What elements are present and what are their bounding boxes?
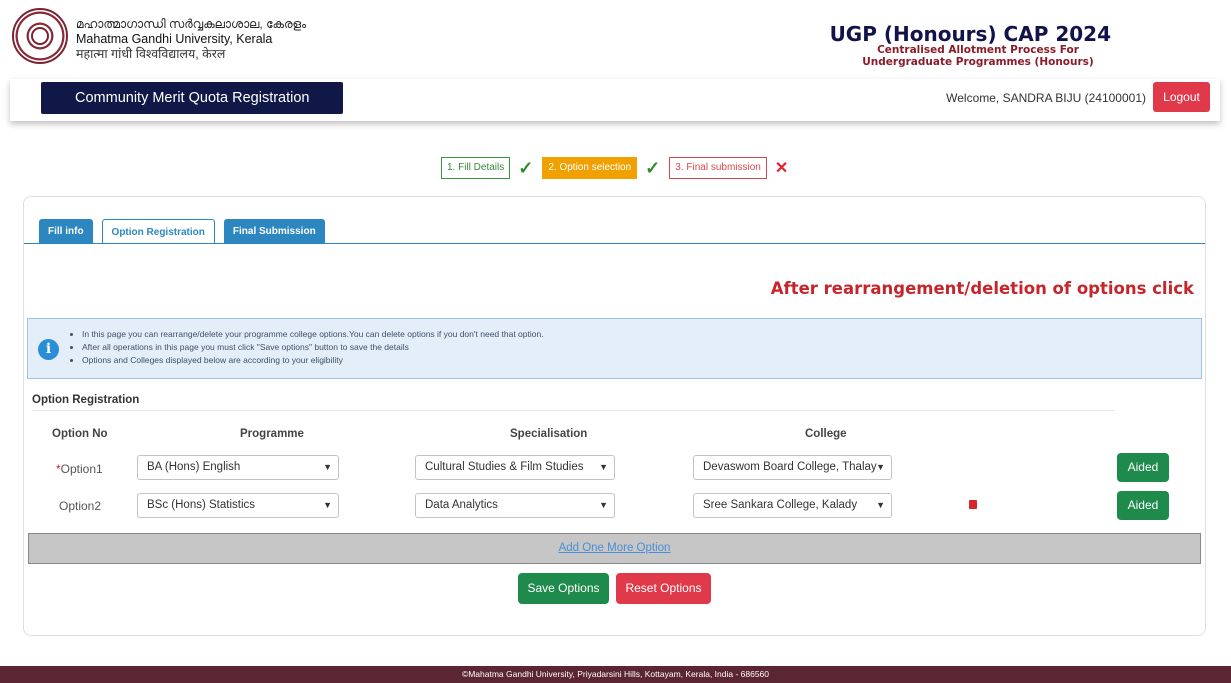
registration-title: Community Merit Quota Registration [41, 82, 343, 114]
option-label: Option2 [59, 499, 101, 513]
tab-final-submission[interactable]: Final Submission [223, 219, 325, 244]
save-options-button[interactable]: Save Options [518, 573, 609, 604]
college-select[interactable]: Sree Sankara College, Kalady ▼ [693, 493, 892, 518]
info-item: In this page you can rearrange/delete yo… [82, 328, 544, 341]
aided-button[interactable]: Aided [1117, 453, 1169, 482]
chevron-down-icon: ▼ [323, 500, 332, 510]
specialisation-select-value: Data Analytics [425, 499, 498, 511]
footer: ©Mahatma Gandhi University, Priyadarsini… [0, 666, 1231, 683]
page-header: മഹാത്മാഗാന്ധി സർവ്വകലാശാല, കേരളം Mahatma… [0, 0, 1231, 75]
tab-divider [24, 243, 1205, 244]
header-specialisation: Specialisation [510, 428, 588, 440]
header-programme: Programme [240, 428, 304, 440]
tab-fill-info[interactable]: Fill info [39, 219, 93, 244]
check-icon: ✓ [645, 157, 661, 178]
reset-options-button[interactable]: Reset Options [616, 573, 711, 604]
header-option-no: Option No [52, 428, 108, 440]
university-name-english: Mahatma Gandhi University, Kerala [76, 32, 273, 46]
university-names: മഹാത്മാഗാന്ധി സർവ്വകലാശാല, കേരളം Mahatma… [76, 17, 306, 62]
step-fill-details: 1. Fill Details [441, 157, 511, 179]
chevron-down-icon: ▼ [876, 462, 885, 472]
aided-button[interactable]: Aided [1117, 491, 1169, 520]
chevron-down-icon: ▼ [599, 462, 608, 472]
cap-title: UGP (Honours) CAP 2024 [829, 22, 1111, 46]
section-title: Option Registration [32, 394, 140, 406]
college-select-value: Sree Sankara College, Kalady [703, 499, 858, 511]
specialisation-select[interactable]: Data Analytics ▼ [415, 493, 615, 518]
info-item: Options and Colleges displayed below are… [82, 354, 544, 367]
option-label-text: Option2 [59, 499, 102, 513]
programme-select[interactable]: BSc (Hons) Statistics ▼ [137, 493, 339, 518]
progress-steps: 1. Fill Details ✓ 2. Option selection ✓ … [441, 156, 788, 180]
programme-select-value: BA (Hons) English [147, 461, 241, 473]
trash-icon[interactable] [969, 500, 977, 509]
cap-subtitle: Centralised Allotment Process For Underg… [848, 44, 1108, 68]
logout-button[interactable]: Logout [1153, 82, 1210, 112]
welcome-text: Welcome, SANDRA BIJU (24100001) [946, 91, 1146, 105]
programme-select[interactable]: BA (Hons) English ▼ [137, 455, 339, 480]
option-label-text: Option1 [60, 462, 103, 476]
university-name-malayalam: മഹാത്മാഗാന്ധി സർവ്വകലാശാല, കേരളം [76, 17, 307, 31]
university-name-hindi: महात्मा गांधी विश्वविद्यालय, केरल [76, 47, 226, 61]
rearrange-notice: After rearrangement/deletion of options … [770, 279, 1194, 298]
specialisation-select[interactable]: Cultural Studies & Film Studies ▼ [415, 455, 615, 480]
chevron-down-icon: ▼ [599, 500, 608, 510]
cross-icon: ✕ [774, 160, 789, 177]
info-list: In this page you can rearrange/delete yo… [82, 328, 544, 367]
chevron-down-icon: ▼ [323, 462, 332, 472]
info-item: After all operations in this page you mu… [82, 341, 544, 354]
main-card: Fill info Option Registration Final Subm… [23, 196, 1206, 636]
top-bar: Community Merit Quota Registration Welco… [10, 79, 1220, 121]
college-select[interactable]: Devaswom Board College, Thalay ▼ [693, 455, 892, 480]
programme-select-value: BSc (Hons) Statistics [147, 499, 255, 511]
step-final-submission: 3. Final submission [669, 157, 767, 179]
college-select-value: Devaswom Board College, Thalay [703, 461, 877, 473]
option-label: *Option1 [56, 462, 103, 476]
section-divider [32, 410, 1115, 411]
university-logo [12, 8, 68, 64]
step-option-selection: 2. Option selection [542, 157, 638, 179]
chevron-down-icon: ▼ [876, 500, 885, 510]
cap-subtitle-line2: Undergraduate Programmes (Honours) [862, 56, 1094, 68]
add-option-link[interactable]: Add One More Option [28, 533, 1201, 564]
header-college: College [805, 428, 847, 440]
specialisation-select-value: Cultural Studies & Film Studies [425, 461, 584, 473]
info-icon: i [38, 339, 59, 360]
info-box: i In this page you can rearrange/delete … [27, 318, 1202, 379]
check-icon: ✓ [518, 157, 534, 178]
cap-subtitle-line1: Centralised Allotment Process For [877, 44, 1079, 56]
tab-bar: Fill info Option Registration Final Subm… [39, 219, 334, 244]
tab-option-registration[interactable]: Option Registration [101, 219, 215, 244]
